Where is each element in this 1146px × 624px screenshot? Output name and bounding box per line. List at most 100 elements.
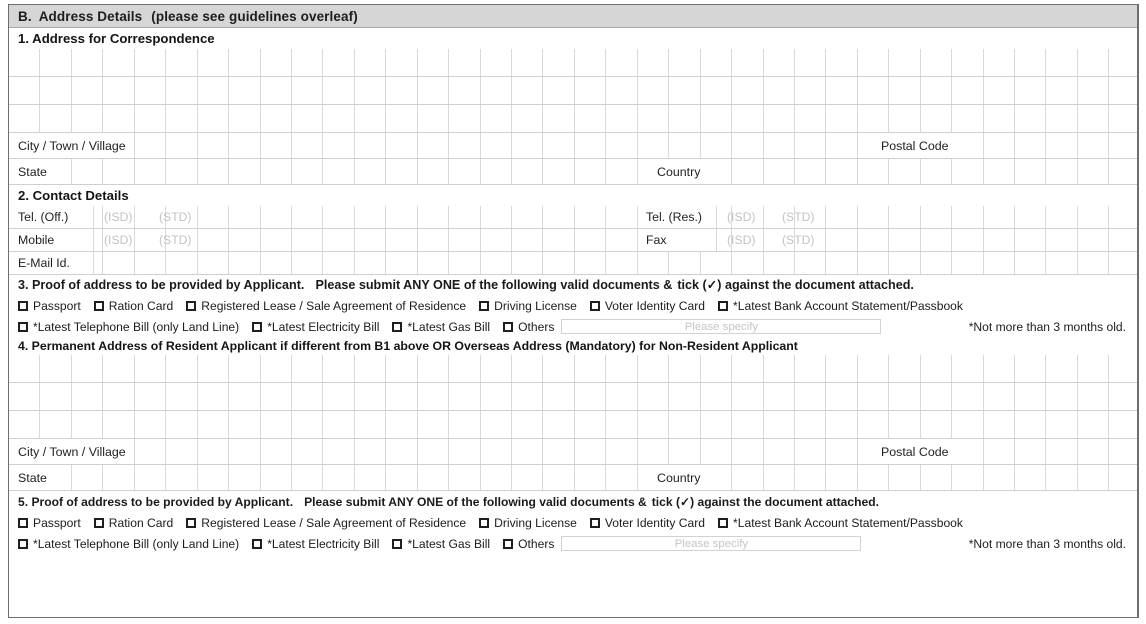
comb-cell[interactable] — [449, 105, 481, 132]
comb-cell[interactable] — [606, 229, 638, 251]
comb-cell[interactable] — [323, 355, 355, 382]
comb-cell[interactable] — [40, 411, 72, 438]
comb-cell[interactable] — [732, 355, 764, 382]
comb-cell[interactable] — [323, 159, 355, 184]
comb-cell[interactable] — [543, 206, 575, 228]
comb-cell[interactable] — [858, 159, 890, 184]
comb-cell[interactable] — [858, 229, 890, 251]
comb-cell[interactable] — [386, 411, 418, 438]
comb-cell[interactable] — [638, 77, 670, 104]
comb-cell[interactable] — [166, 133, 198, 158]
comb-cell[interactable] — [449, 77, 481, 104]
comb-cell[interactable] — [418, 77, 450, 104]
comb-cell[interactable] — [1046, 77, 1078, 104]
comb-cell[interactable] — [1109, 49, 1137, 76]
comb-cell[interactable] — [1015, 133, 1047, 158]
comb-cell[interactable] — [669, 133, 701, 158]
comb-cell[interactable] — [575, 105, 607, 132]
comb-cell[interactable] — [135, 77, 167, 104]
comb-cell[interactable] — [166, 465, 198, 490]
comb-cell[interactable] — [921, 411, 953, 438]
comb-cell[interactable] — [40, 49, 72, 76]
comb-cell[interactable] — [481, 159, 512, 184]
comb-cell[interactable] — [229, 229, 261, 251]
comb-cell[interactable] — [795, 439, 827, 464]
tel-row[interactable]: Tel. (Off.) (ISD) (STD) Tel. (Res.) (ISD… — [9, 206, 1137, 229]
comb-cell[interactable] — [701, 49, 733, 76]
comb-cell[interactable] — [40, 77, 72, 104]
comb-cell[interactable] — [9, 77, 41, 104]
comb-cell[interactable] — [261, 252, 292, 274]
checkbox-icon[interactable] — [589, 300, 600, 311]
comb-cell[interactable] — [261, 355, 292, 382]
comb-cell[interactable] — [921, 252, 953, 274]
comb-cell[interactable] — [858, 411, 890, 438]
comb-cell[interactable] — [72, 355, 104, 382]
comb-cell[interactable] — [826, 133, 858, 158]
comb-cell[interactable] — [921, 105, 953, 132]
comb-cell[interactable] — [512, 133, 544, 158]
comb-cell[interactable] — [198, 105, 230, 132]
comb-cell[interactable] — [449, 355, 481, 382]
comb-cell[interactable] — [764, 465, 795, 490]
address1-city-postal-row[interactable]: City / Town / Village Postal Code — [9, 133, 1137, 159]
checkbox-item[interactable]: *Latest Telephone Bill (only Land Line) — [18, 537, 239, 551]
comb-cell[interactable] — [889, 252, 921, 274]
comb-cell[interactable] — [1046, 439, 1078, 464]
comb-cell[interactable] — [795, 252, 827, 274]
comb-cell[interactable] — [418, 206, 450, 228]
comb-cell[interactable] — [261, 383, 292, 410]
comb-cell[interactable] — [606, 133, 638, 158]
address2-line3-row[interactable] — [9, 411, 1137, 439]
comb-cell[interactable] — [795, 105, 827, 132]
comb-cell[interactable] — [355, 411, 387, 438]
comb-cell[interactable] — [481, 49, 512, 76]
mobile-isd-placeholder[interactable]: (ISD) — [104, 229, 132, 251]
comb-cell[interactable] — [701, 105, 733, 132]
comb-cell[interactable] — [72, 49, 104, 76]
comb-cell[interactable] — [1078, 206, 1110, 228]
comb-cell[interactable] — [386, 383, 418, 410]
comb-cell[interactable] — [1109, 133, 1137, 158]
comb-cell[interactable] — [889, 383, 921, 410]
comb-cell[interactable] — [323, 383, 355, 410]
address1-line1-row[interactable] — [9, 49, 1137, 77]
comb-cell[interactable] — [72, 411, 104, 438]
comb-cell[interactable] — [1046, 355, 1078, 382]
comb-cell[interactable] — [1015, 206, 1047, 228]
comb-cell[interactable] — [323, 105, 355, 132]
comb-cell[interactable] — [701, 252, 733, 274]
comb-cell[interactable] — [103, 465, 135, 490]
comb-cell[interactable] — [606, 439, 638, 464]
comb-cell[interactable] — [418, 465, 450, 490]
comb-cell[interactable] — [135, 252, 167, 274]
comb-cell[interactable] — [229, 133, 261, 158]
comb-cell[interactable] — [1109, 105, 1137, 132]
comb-cell[interactable] — [764, 133, 795, 158]
comb-cell[interactable] — [449, 159, 481, 184]
comb-cell[interactable] — [669, 77, 701, 104]
comb-cell[interactable] — [449, 49, 481, 76]
comb-cell[interactable] — [481, 133, 512, 158]
comb-cell[interactable] — [481, 465, 512, 490]
comb-cell[interactable] — [858, 355, 890, 382]
comb-cell[interactable] — [72, 383, 104, 410]
comb-cell[interactable] — [229, 49, 261, 76]
checkbox-icon[interactable] — [18, 321, 28, 332]
checkbox-icon[interactable] — [18, 517, 28, 528]
comb-cell[interactable] — [795, 383, 827, 410]
comb-cell[interactable] — [103, 355, 135, 382]
comb-cell[interactable] — [669, 105, 701, 132]
comb-cell[interactable] — [826, 439, 858, 464]
comb-cell[interactable] — [261, 229, 292, 251]
comb-cell[interactable] — [606, 105, 638, 132]
comb-cell[interactable] — [449, 411, 481, 438]
comb-cell[interactable] — [732, 383, 764, 410]
comb-cell[interactable] — [606, 49, 638, 76]
comb-cell[interactable] — [1046, 383, 1078, 410]
comb-cell[interactable] — [355, 159, 387, 184]
comb-cell[interactable] — [1046, 49, 1078, 76]
comb-cell[interactable] — [1078, 411, 1110, 438]
comb-cell[interactable] — [9, 49, 41, 76]
comb-cell[interactable] — [826, 159, 858, 184]
